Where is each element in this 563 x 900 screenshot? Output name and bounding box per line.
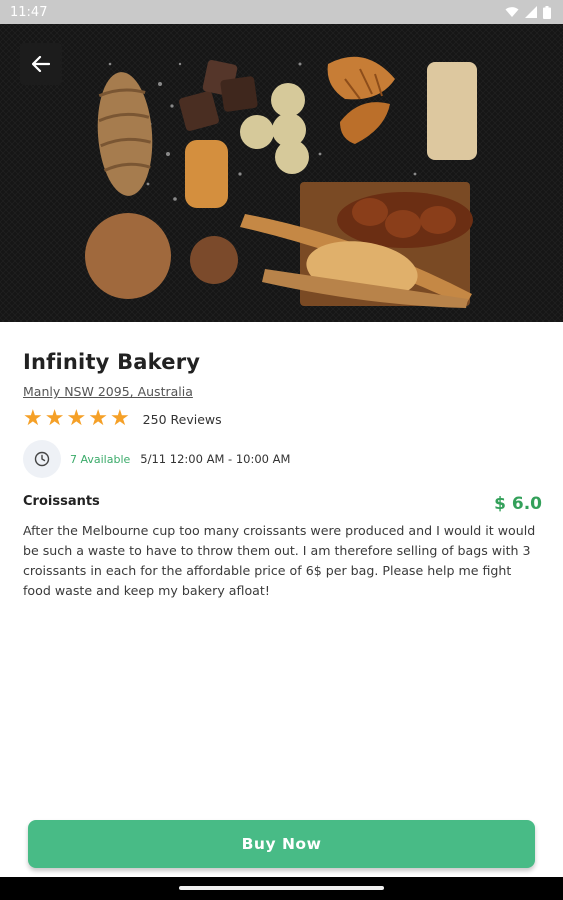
- back-button[interactable]: [20, 43, 62, 85]
- home-handle[interactable]: [179, 886, 384, 890]
- status-bar: 11:47: [0, 0, 563, 24]
- sweet-bun: [185, 140, 228, 208]
- shop-address-link[interactable]: Manly NSW 2095, Australia: [23, 384, 193, 399]
- system-nav-bar: [0, 877, 563, 900]
- hero-image: [0, 24, 563, 322]
- clock-badge: [23, 440, 61, 478]
- shop-name: Infinity Bakery: [23, 350, 201, 374]
- status-time: 11:47: [10, 4, 48, 20]
- challah: [337, 192, 473, 248]
- status-icons: [505, 5, 551, 19]
- signal-icon: [525, 6, 537, 18]
- reviews-count: 250 Reviews: [142, 411, 222, 427]
- pickup-time: 5/11 12:00 AM - 10:00 AM: [140, 452, 291, 466]
- star-icon: ★: [109, 406, 130, 431]
- clock-icon: [34, 451, 50, 467]
- wifi-icon: [505, 7, 519, 17]
- item-description: After the Melbourne cup too many croissa…: [23, 523, 536, 598]
- item-title: Croissants: [23, 494, 100, 509]
- round-loaf: [85, 213, 171, 299]
- star-icon: ★: [66, 406, 87, 431]
- bread-slab: [427, 62, 477, 160]
- star-rating: ★ ★ ★ ★ ★: [23, 408, 130, 430]
- available-count: 7 Available: [70, 452, 131, 466]
- muffin: [190, 236, 238, 284]
- star-icon: ★: [44, 406, 65, 431]
- star-icon: ★: [88, 406, 108, 431]
- rating-row: ★ ★ ★ ★ ★ 250 Reviews: [23, 408, 222, 430]
- buy-now-button[interactable]: Buy Now: [28, 820, 535, 868]
- item-price: $ 6.0: [494, 494, 542, 514]
- bakery-photo: [0, 24, 563, 322]
- battery-icon: [543, 5, 551, 19]
- availability-row: 7 Available 5/11 12:00 AM - 10:00 AM: [23, 440, 290, 478]
- star-icon: ★: [23, 406, 43, 431]
- arrow-left-icon: [32, 56, 50, 72]
